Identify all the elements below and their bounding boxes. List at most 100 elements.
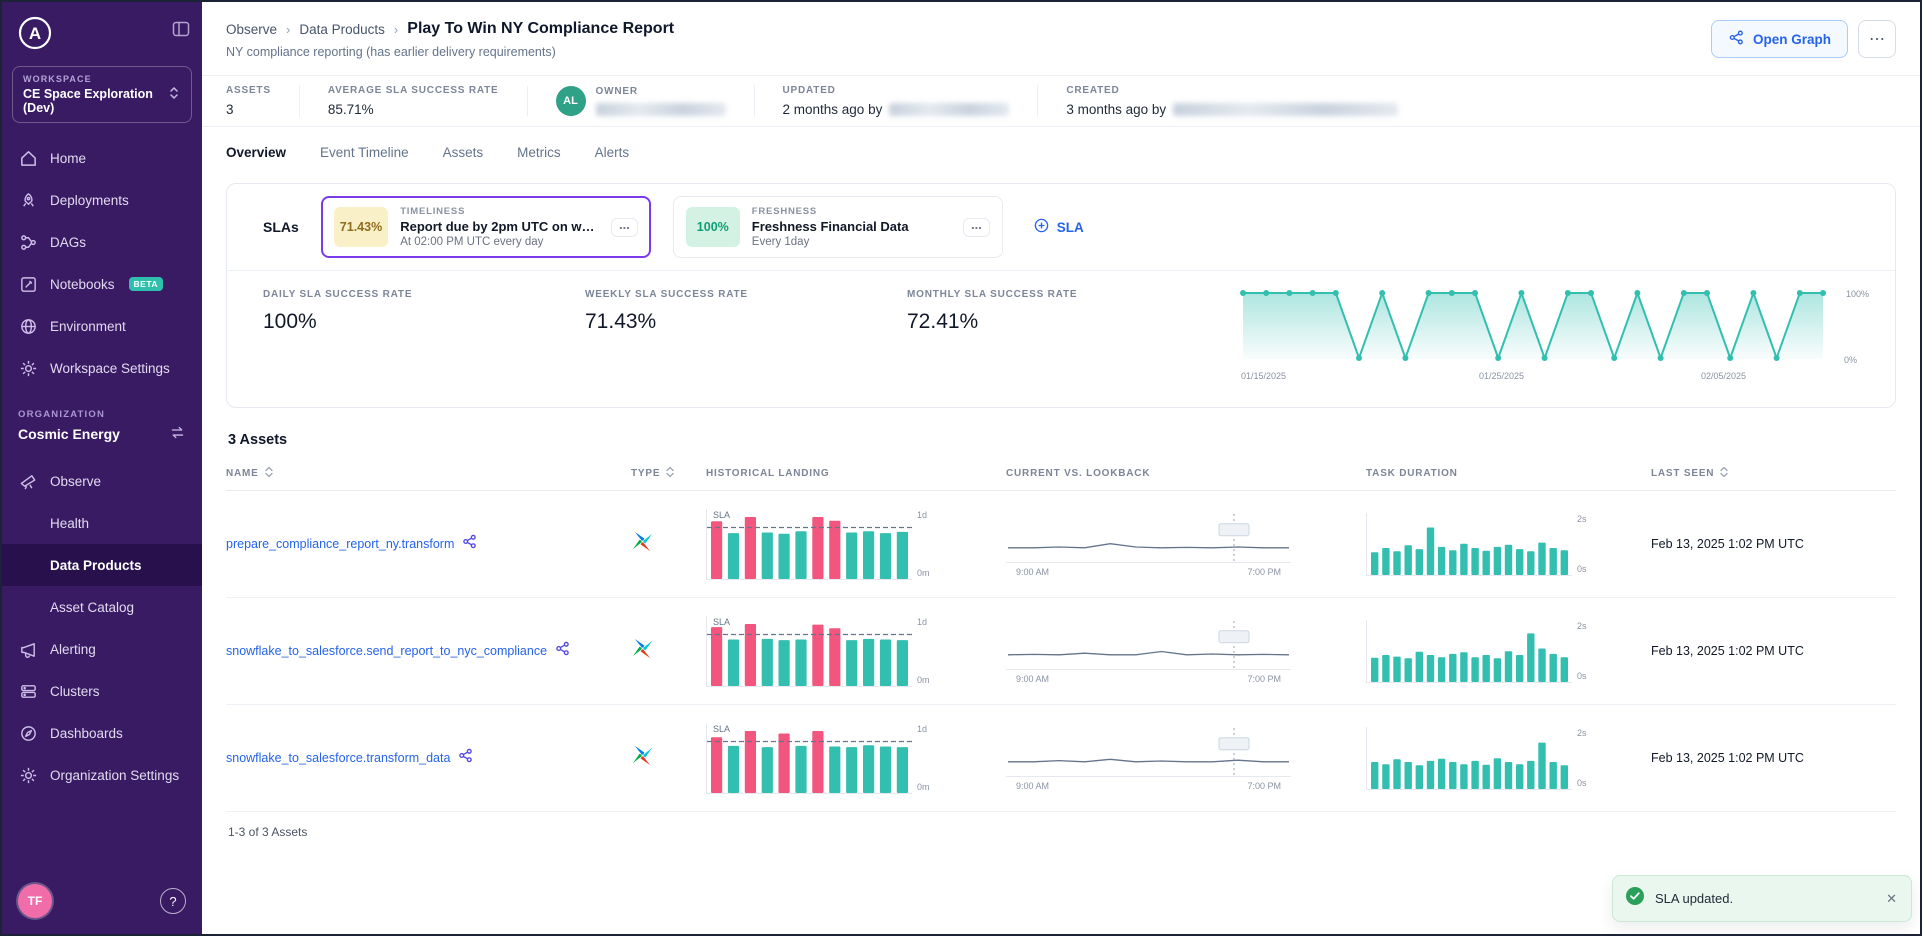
tab-metrics[interactable]: Metrics [517, 145, 561, 169]
sidebar-item-workspace-settings[interactable]: Workspace Settings [2, 347, 202, 389]
time-start-label: 9:00 AM [1016, 781, 1049, 791]
axis-max-label: 2s [1577, 728, 1587, 738]
tab-bar: Overview Event Timeline Assets Metrics A… [202, 145, 1920, 169]
sidebar-item-label: Notebooks [50, 277, 115, 292]
workspace-selector[interactable]: WORKSPACE CE Space Exploration (Dev) [12, 66, 192, 123]
notebook-icon [18, 274, 38, 294]
sidebar-item-environment[interactable]: Environment [2, 305, 202, 347]
close-icon[interactable]: ✕ [1884, 891, 1899, 907]
sidebar-item-asset-catalog[interactable]: Asset Catalog [2, 586, 202, 628]
monthly-sla-stat: MONTHLY SLA SUCCESS RATE 72.41% [907, 289, 1229, 334]
sidebar-item-label: Environment [50, 319, 126, 334]
axis-max-label: 1d [917, 724, 930, 734]
sidebar-item-observe[interactable]: Observe [2, 460, 202, 502]
lookback-cell: 9:00 AM7:00 PM [1006, 618, 1366, 684]
weekly-sla-label: WEEKLY SLA SUCCESS RATE [585, 289, 907, 300]
sla-panel-title: SLAs [263, 219, 299, 235]
axis-min-label: 0m [917, 675, 930, 685]
weekly-sla-stat: WEEKLY SLA SUCCESS RATE 71.43% [585, 289, 907, 334]
lookback-chart [1006, 618, 1291, 670]
organization-nav: Observe Health Data Products Asset Catal… [2, 460, 202, 796]
sidebar-item-label: Clusters [50, 684, 100, 699]
time-start-label: 9:00 AM [1016, 567, 1049, 577]
sla-panel-header: SLAs 71.43% TIMELINESS Report due by 2pm… [227, 184, 1895, 271]
more-options-button[interactable]: ⋯ [1858, 20, 1896, 58]
column-header-task-duration: TASK DURATION [1366, 468, 1651, 479]
asset-link[interactable]: snowflake_to_salesforce.transform_data [226, 751, 450, 765]
sla-threshold-label: SLA [711, 510, 732, 520]
summary-owner-label: OWNER [596, 86, 726, 97]
sla-card-text: FRESHNESS Freshness Financial Data Every… [752, 206, 951, 248]
help-icon[interactable]: ? [160, 888, 186, 914]
tab-alerts[interactable]: Alerts [595, 145, 630, 169]
sort-icon [665, 466, 675, 481]
user-avatar[interactable]: TF [18, 884, 52, 918]
overview-content: SLAs 71.43% TIMELINESS Report due by 2pm… [202, 169, 1920, 934]
sla-schedule: Every 1day [752, 236, 951, 248]
sidebar-item-organization-settings[interactable]: Organization Settings [2, 754, 202, 796]
column-header-last-seen[interactable]: LAST SEEN [1651, 466, 1896, 481]
tab-assets[interactable]: Assets [443, 145, 484, 169]
sla-card-menu-button[interactable]: ... [963, 218, 990, 237]
sla-card-timeliness[interactable]: 71.43% TIMELINESS Report due by 2pm UTC … [321, 196, 651, 258]
summary-created-label: CREATED [1066, 85, 1398, 96]
column-header-name[interactable]: NAME [226, 466, 631, 481]
sidebar-item-dashboards[interactable]: Dashboards [2, 712, 202, 754]
sidebar-item-alerting[interactable]: Alerting [2, 628, 202, 670]
monthly-sla-value: 72.41% [907, 310, 1229, 334]
app-window: A WORKSPACE CE Space Exploration (Dev) H… [2, 2, 1920, 934]
asset-link[interactable]: snowflake_to_salesforce.send_report_to_n… [226, 644, 547, 658]
collapse-sidebar-icon[interactable] [172, 20, 190, 41]
astronomer-logo[interactable]: A [16, 14, 54, 52]
sla-card-menu-button[interactable]: ... [611, 218, 638, 237]
y-axis-max-label: 100% [1846, 289, 1869, 299]
breadcrumb-observe[interactable]: Observe [226, 22, 277, 37]
historical-landing-cell: SLA 1d0m [706, 723, 1006, 794]
organization-selector[interactable]: Cosmic Energy [2, 420, 202, 450]
sidebar-item-home[interactable]: Home [2, 137, 202, 179]
sidebar: A WORKSPACE CE Space Exploration (Dev) H… [2, 2, 202, 934]
sla-card-freshness[interactable]: 100% FRESHNESS Freshness Financial Data … [673, 196, 1003, 258]
success-check-icon [1625, 886, 1645, 911]
summary-updated: UPDATED 2 months ago by [754, 85, 1038, 117]
add-sla-label: SLA [1057, 220, 1084, 235]
axis-min-label: 0m [917, 568, 930, 578]
page-header-left: Observe › Data Products › Play To Win NY… [226, 20, 674, 59]
lineage-icon[interactable] [555, 641, 570, 661]
lineage-icon[interactable] [458, 748, 473, 768]
sidebar-item-notebooks[interactable]: Notebooks BETA [2, 263, 202, 305]
sidebar-item-deployments[interactable]: Deployments [2, 179, 202, 221]
asset-link[interactable]: prepare_compliance_report_ny.transform [226, 537, 454, 551]
y-axis-min-label: 0% [1844, 355, 1857, 365]
sla-card-text: TIMELINESS Report due by 2pm UTC on week… [400, 206, 599, 248]
workspace-nav: Home Deployments DAGs Notebooks BETA Env… [2, 137, 202, 389]
sla-percent-badge: 71.43% [334, 207, 388, 247]
sidebar-item-dags[interactable]: DAGs [2, 221, 202, 263]
toast-notification: SLA updated. ✕ [1612, 875, 1912, 922]
breadcrumb-data-products[interactable]: Data Products [299, 22, 385, 37]
add-sla-button[interactable]: SLA [1033, 217, 1084, 237]
switch-org-icon[interactable] [169, 424, 186, 444]
main-content: Observe › Data Products › Play To Win NY… [202, 2, 1920, 934]
historical-landing-cell: SLA 1d0m [706, 616, 1006, 687]
sidebar-item-health[interactable]: Health [2, 502, 202, 544]
axis-min-label: 0s [1577, 671, 1587, 681]
open-graph-button[interactable]: Open Graph [1711, 20, 1848, 58]
daily-sla-value: 100% [263, 310, 585, 334]
tab-event-timeline[interactable]: Event Timeline [320, 145, 409, 169]
weekly-sla-value: 71.43% [585, 310, 907, 334]
sidebar-item-clusters[interactable]: Clusters [2, 670, 202, 712]
sidebar-top: A [2, 2, 202, 58]
sla-success-rate-chart: 100% 0% 01/15/2025 01/25/2025 02/05/2025 [1239, 289, 1871, 385]
task-duration-cell: 2s0s [1366, 727, 1651, 790]
table-row: snowflake_to_salesforce.transform_data S… [226, 705, 1896, 812]
lookback-cell: 9:00 AM7:00 PM [1006, 511, 1366, 577]
summary-created: CREATED 3 months ago by [1037, 85, 1426, 117]
ellipsis-icon: ... [971, 217, 982, 232]
sidebar-item-label: Observe [50, 474, 101, 489]
tab-overview[interactable]: Overview [226, 145, 286, 169]
column-header-type[interactable]: TYPE [631, 466, 706, 481]
beta-badge: BETA [129, 277, 164, 291]
lineage-icon[interactable] [462, 534, 477, 554]
sidebar-item-data-products[interactable]: Data Products [2, 544, 202, 586]
